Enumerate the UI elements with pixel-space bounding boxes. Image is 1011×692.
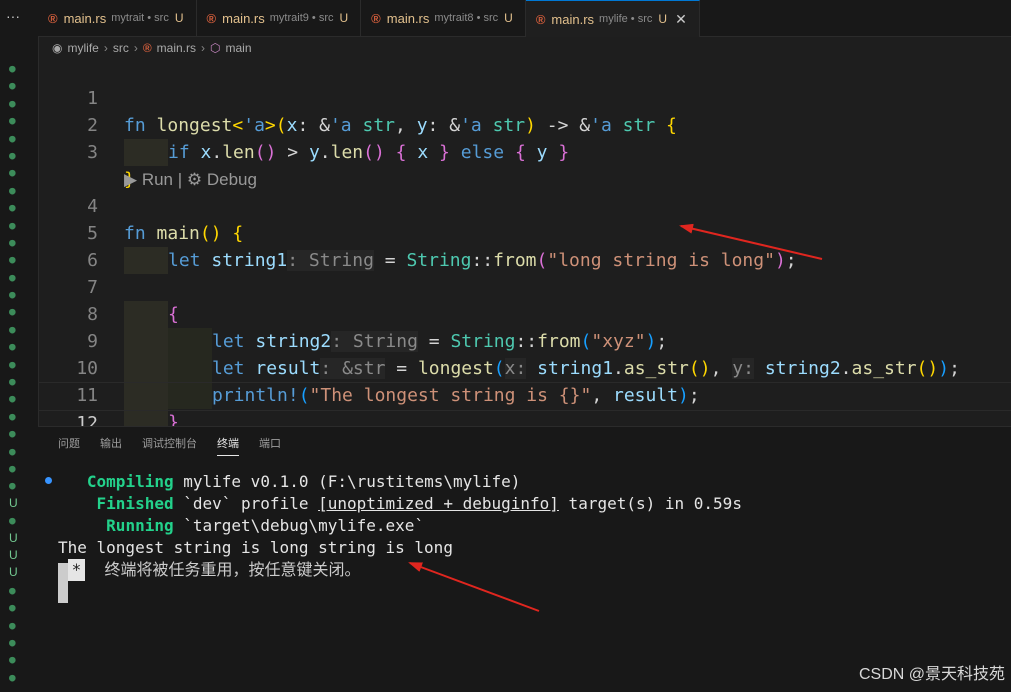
rust-file-icon: ® xyxy=(48,10,58,26)
code-text: fn longest<'a>(x: &'a str, y: &'a str) -… xyxy=(124,115,677,136)
folder-icon: ◉ xyxy=(52,41,63,55)
bottom-panel: 问题 输出 调试控制台 终端 端口 Compiling mylife v0.1.… xyxy=(38,426,1011,692)
tab-ports[interactable]: 端口 xyxy=(259,435,281,456)
function-cube-icon: ⬡ xyxy=(210,41,221,55)
code-text: if x.len() > y.len() { x } else { y } xyxy=(124,139,569,166)
terminal-line: The longest string is long string is lon… xyxy=(58,538,453,557)
tab-description: mytrait9 • src xyxy=(269,12,334,24)
breadcrumb-root[interactable]: mylife xyxy=(67,41,98,55)
tab-main-rs-mytrait8[interactable]: ® main.rs mytrait8 • src U xyxy=(361,0,526,36)
gear-icon: ⚙ xyxy=(186,170,203,189)
command-status-dot-icon xyxy=(45,477,52,484)
activity-bar: ··· ● ● ● ● ● ● ● ● ● ● ● ● ● ● ● ● ● ● ● ● ● ● ● ● ● U ● … xyxy=(0,0,39,692)
terminal-line: Running `target\debug\mylife.exe` xyxy=(106,516,425,535)
rust-file-icon: ® xyxy=(535,11,546,27)
close-icon[interactable]: ✕ xyxy=(675,11,687,28)
tab-description: mylife • src xyxy=(599,13,653,25)
code-line: 4 fn main() { xyxy=(38,166,243,244)
watermark: CSDN @景天科技苑 xyxy=(858,666,1005,683)
code-editor[interactable]: 1 fn longest<'a>(x: &'a str, y: &'a str)… xyxy=(38,58,1011,426)
tab-status: U xyxy=(174,11,184,25)
tab-description: mytrait8 • src xyxy=(434,12,499,24)
chevron-right-icon: › xyxy=(201,41,206,55)
code-text: let string2: String = String::from("xyz"… xyxy=(124,328,667,355)
code-line: 8 let string2: String = String::from("xy… xyxy=(38,274,667,355)
breadcrumb: ◉ mylife › src › ® main.rs › ⬡ main xyxy=(52,38,252,58)
code-line: 9 let result: &str = longest(x: string1.… xyxy=(38,301,960,382)
tab-output[interactable]: 输出 xyxy=(100,435,122,456)
tab-main-rs-mylife[interactable]: ® main.rs mylife • src U ✕ xyxy=(525,0,700,37)
tab-status: U xyxy=(504,11,513,25)
terminal-star-marker: * xyxy=(67,559,86,581)
chevron-right-icon: › xyxy=(103,41,108,55)
breadcrumb-symbol[interactable]: main xyxy=(226,41,252,55)
side-status-u: U xyxy=(9,495,18,510)
breadcrumb-file[interactable]: main.rs xyxy=(157,41,196,55)
chevron-right-icon: › xyxy=(133,41,138,55)
code-line: 7 { xyxy=(38,247,179,328)
breadcrumb-folder[interactable]: src xyxy=(113,41,129,55)
tab-terminal[interactable]: 终端 xyxy=(217,435,239,456)
code-line: 11 } xyxy=(38,355,179,426)
code-line: 3 } xyxy=(38,112,135,190)
tab-problems[interactable]: 问题 xyxy=(58,435,80,456)
code-text: let string1: String = String::from("long… xyxy=(124,247,797,274)
code-text: fn main() { xyxy=(124,223,244,244)
terminal-line: Finished `dev` profile [unoptimized + de… xyxy=(96,494,742,513)
panel-tabs: 问题 输出 调试控制台 终端 端口 xyxy=(58,435,281,456)
terminal-line: * 终端将被任务重用，按任意键关闭。 xyxy=(58,559,361,581)
terminal-cursor xyxy=(58,563,68,603)
tab-debug-console[interactable]: 调试控制台 xyxy=(142,435,197,456)
code-line: 13 xyxy=(38,409,81,426)
codelens-debug[interactable]: Debug xyxy=(207,170,257,189)
tab-main-rs-mytrait[interactable]: ® main.rs mytrait • src U xyxy=(38,0,197,36)
side-status-u: U xyxy=(9,530,18,545)
tab-filename: main.rs xyxy=(551,11,595,27)
code-text: } xyxy=(124,409,179,426)
code-line: 2 if x.len() > y.len() { x } else { y } xyxy=(38,85,569,166)
rust-file-icon: ® xyxy=(206,10,217,26)
tab-main-rs-mytrait9[interactable]: ® main.rs mytrait9 • src U xyxy=(197,0,362,36)
terminal-output[interactable]: Compiling mylife v0.1.0 (F:\rustitems\my… xyxy=(58,471,742,581)
codelens: ▶ Run | ⚙ Debug xyxy=(38,139,257,189)
code-line: 6 xyxy=(38,220,98,271)
play-icon: ▶ xyxy=(124,170,138,189)
code-line: 10 println!("The longest string is {}", … xyxy=(38,328,700,409)
code-text: let result: &str = longest(x: string1.as… xyxy=(124,355,960,382)
tab-status: U xyxy=(339,11,349,25)
tab-filename: main.rs xyxy=(63,10,107,26)
code-line-current: 12 } xyxy=(38,382,1011,426)
tab-filename: main.rs xyxy=(222,10,265,26)
rust-file-icon: ® xyxy=(371,10,381,26)
editor-tab-bar: ® main.rs mytrait • src U ® main.rs mytr… xyxy=(38,0,1011,37)
code-line: 5 let string1: String = String::from("lo… xyxy=(38,193,797,274)
side-status-u: U xyxy=(9,565,18,580)
code-text: { xyxy=(124,301,179,328)
scm-gutter-markers: ● ● ● ● ● ● ● ● ● ● ● ● ● ● ● ● ● ● ● ● ● ● ● ● ● U ● U U … xyxy=(9,62,18,684)
side-status-u: U xyxy=(9,547,18,562)
codelens-separator: | xyxy=(177,170,183,189)
tab-description: mytrait • src xyxy=(111,12,169,24)
rust-file-icon: ® xyxy=(142,41,152,55)
more-tabs-icon[interactable]: ··· xyxy=(6,8,20,24)
code-line: 1 fn longest<'a>(x: &'a str, y: &'a str)… xyxy=(38,58,677,136)
tab-status: U xyxy=(658,12,668,26)
terminal-line: Compiling mylife v0.1.0 (F:\rustitems\my… xyxy=(86,472,521,491)
tab-filename: main.rs xyxy=(386,10,430,26)
codelens-run[interactable]: Run xyxy=(142,170,173,189)
